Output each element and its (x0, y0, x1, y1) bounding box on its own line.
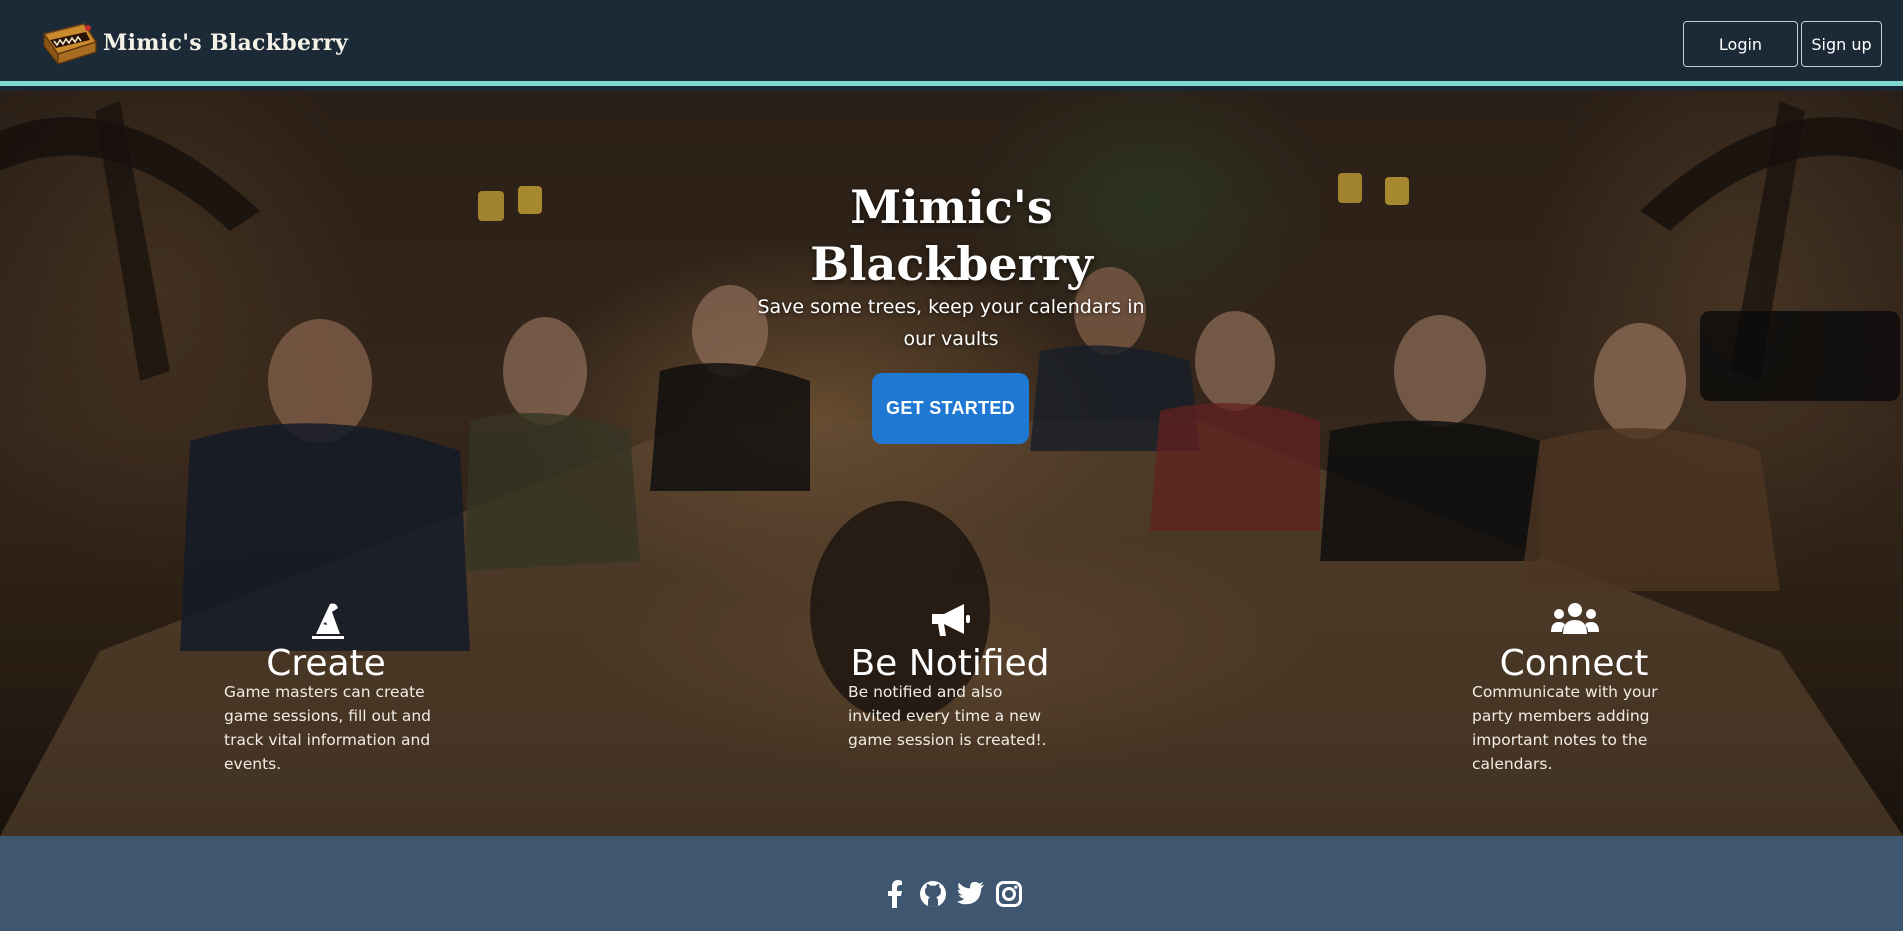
users-icon (1550, 600, 1599, 640)
hero-title-line2: Blackberry (810, 237, 1093, 291)
instagram-icon[interactable] (995, 880, 1023, 908)
social-links (881, 879, 1023, 908)
megaphone-icon (928, 600, 972, 640)
twitter-icon[interactable] (956, 880, 985, 908)
footer (0, 836, 1903, 931)
feature-create-description: Game masters can create game sessions, f… (224, 683, 431, 773)
feature-be-notified-title: Be Notified (850, 643, 1050, 684)
feature-create-title: Create (266, 643, 386, 684)
feature-be-notified-description: Be notified and also invited every time … (848, 683, 1047, 749)
get-started-button[interactable]: GET STARTED (872, 373, 1029, 444)
hero-section: Mimic's Blackberry Save some trees, keep… (0, 91, 1903, 836)
hero-title-line1: Mimic's (850, 180, 1053, 234)
hero-title: Mimic's Blackberry (0, 179, 1903, 293)
brand-name: Mimic's Blackberry (103, 30, 349, 56)
facebook-icon[interactable] (881, 879, 909, 908)
feature-connect-description: Communicate with your party members addi… (1472, 683, 1658, 773)
wizard-hat-icon (306, 600, 350, 640)
brand-link[interactable]: Mimic's Blackberry (40, 20, 348, 66)
treasure-chest-mimic-icon (40, 20, 100, 66)
signup-button[interactable]: Sign up (1801, 21, 1882, 67)
hero-subtitle: Save some trees, keep your calendars in … (757, 296, 1145, 350)
github-icon[interactable] (919, 880, 947, 908)
login-button[interactable]: Login (1683, 21, 1798, 67)
feature-connect-title: Connect (1499, 643, 1649, 684)
navbar: Mimic's Blackberry Login Sign up (0, 0, 1903, 86)
